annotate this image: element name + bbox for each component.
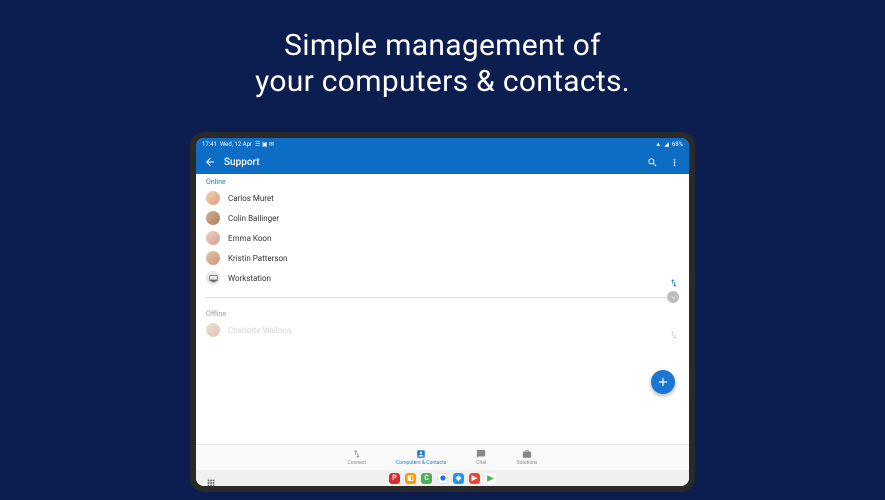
wifi-icon: ▲ [655,141,661,148]
avatar [206,323,220,337]
headline-line-1: Simple management of [0,28,885,64]
section-divider [196,288,689,306]
nav-label: Chat [476,460,486,466]
headline-line-2: your computers & contacts. [0,64,885,100]
section-label-offline: Offline [196,306,689,320]
dock-app-icon[interactable] [437,473,448,484]
list-item[interactable]: Kristin Patterson [196,248,689,268]
page-title: Support [224,157,637,168]
dock-app-icon[interactable]: P [389,473,400,484]
status-date: Wed, 12 Apr [220,141,252,148]
contacts-icon [416,449,426,459]
contact-name: Workstation [228,274,669,283]
nav-label: Computers & Contacts [396,460,446,466]
monitor-icon [206,271,220,285]
avatar [206,231,220,245]
dock-app-icon[interactable]: C [421,473,432,484]
connect-arrows-icon[interactable] [669,325,679,335]
list-item[interactable]: Carlos Muret [196,188,689,208]
android-status-bar: 17:41 Wed, 12 Apr ☰ ▣ ✉ ▲ ◢ 68% [196,138,689,150]
nav-item-computers-contacts[interactable]: Computers & Contacts [396,449,446,466]
notification-icon: ☰ ▣ ✉ [255,141,274,148]
contact-name: Carlos Muret [228,194,679,203]
nav-item-chat[interactable]: Chat [476,449,486,466]
status-time: 17:41 [202,141,217,148]
nav-label: Solutions [517,460,538,466]
solutions-icon [522,449,532,459]
nav-item-connect[interactable]: Connect [347,449,366,466]
section-label-online: Online [196,174,689,188]
dock-app-icon[interactable]: ◆ [453,473,464,484]
avatar [206,191,220,205]
signal-icon: ◢ [664,141,669,148]
divider-line [206,297,679,298]
search-icon[interactable] [645,155,659,169]
android-system-nav: P ◧ C ◆ ▶ [196,470,689,486]
tablet-device-frame: 17:41 Wed, 12 Apr ☰ ▣ ✉ ▲ ◢ 68% Support [190,132,695,492]
contact-name: Colin Ballinger [228,214,679,223]
app-bar: Support [196,150,689,174]
connect-arrows-icon[interactable] [669,273,679,283]
contact-name: Kristin Patterson [228,254,679,263]
nav-item-solutions[interactable]: Solutions [517,449,538,466]
dock-app-icon[interactable]: ◧ [405,473,416,484]
list-item[interactable]: Colin Ballinger [196,208,689,228]
nav-label: Connect [347,460,366,466]
dock-play-store-icon[interactable] [485,473,496,484]
list-item[interactable]: Emma Koon [196,228,689,248]
contact-name: Charlotte Walloon [228,326,669,335]
connect-icon [352,449,362,459]
add-fab-button[interactable] [651,370,675,394]
contacts-content: Online Carlos Muret Colin Ballinger Emma… [196,174,689,444]
bottom-nav: Connect Computers & Contacts Chat Soluti… [196,444,689,470]
marketing-headline: Simple management of your computers & co… [0,0,885,100]
avatar [206,251,220,265]
contact-name: Emma Koon [228,234,679,243]
list-item[interactable]: Workstation [196,268,689,288]
dock-app-icon[interactable]: ▶ [469,473,480,484]
tablet-screen: 17:41 Wed, 12 Apr ☰ ▣ ✉ ▲ ◢ 68% Support [196,138,689,486]
avatar [206,211,220,225]
list-item[interactable]: Charlotte Walloon [196,320,689,340]
more-icon[interactable] [667,155,681,169]
scroll-indicator-icon [667,291,679,303]
battery-text: 68% [672,141,683,148]
back-icon[interactable] [204,156,216,168]
chat-icon [476,449,486,459]
apps-grid-icon[interactable] [206,473,216,483]
